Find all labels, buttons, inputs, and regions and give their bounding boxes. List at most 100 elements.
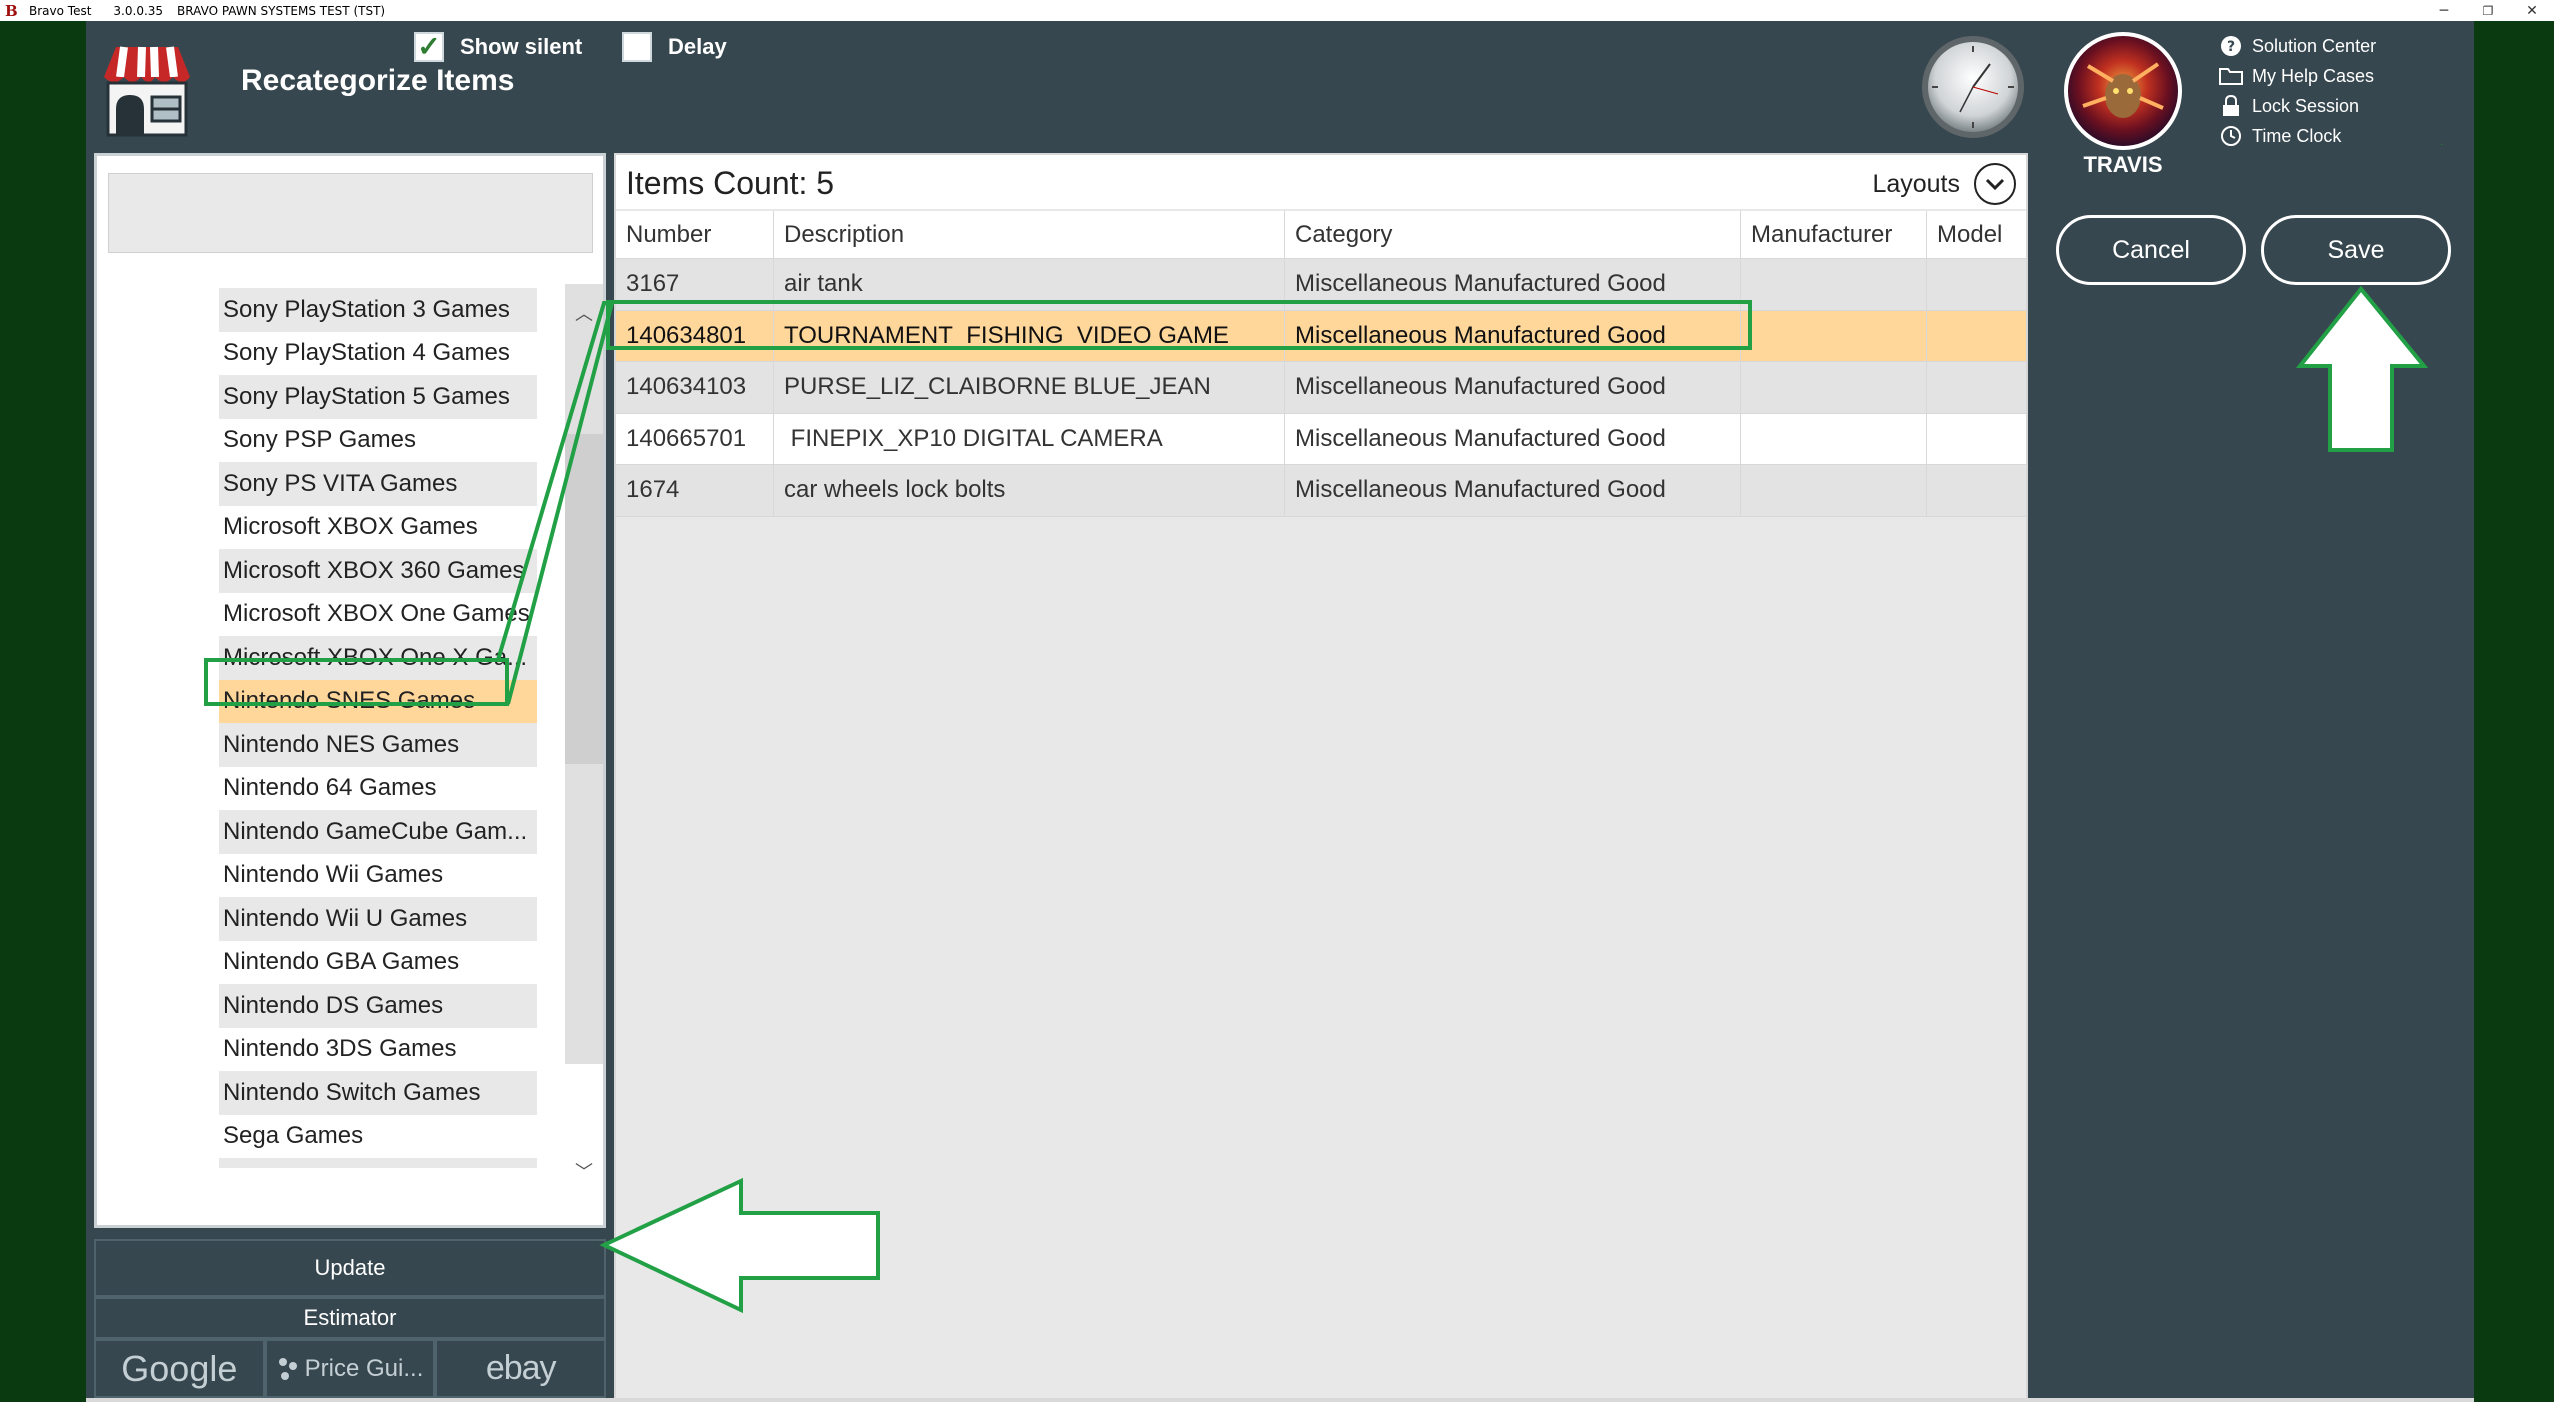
- category-item[interactable]: Sony PlayStation 3 Games: [219, 288, 537, 332]
- category-item[interactable]: Sony PlayStation 5 Games: [219, 375, 537, 419]
- save-button[interactable]: Save: [2261, 215, 2451, 285]
- svg-text:?: ?: [2227, 39, 2235, 55]
- cell-manufacturer: [1741, 362, 1927, 413]
- category-item[interactable]: Microsoft XBOX Games: [219, 506, 537, 550]
- delay-checkbox[interactable]: Delay: [622, 31, 727, 63]
- category-item[interactable]: Nintendo SNES Games: [219, 679, 537, 723]
- lock-session-label: Lock Session: [2252, 95, 2360, 116]
- column-header-model[interactable]: Model: [1927, 211, 2026, 258]
- price-guide-button[interactable]: Price Gui...: [264, 1339, 436, 1398]
- my-help-cases-link[interactable]: My Help Cases: [2218, 61, 2376, 91]
- category-item[interactable]: Nintendo GameCube Gam...: [219, 810, 537, 854]
- category-item[interactable]: Nintendo Wii Games: [219, 854, 537, 898]
- column-header-category[interactable]: Category: [1285, 211, 1741, 258]
- os-title-bar: B Bravo Test 3.0.0.35 BRAVO PAWN SYSTEMS…: [0, 0, 2554, 21]
- category-item[interactable]: Nintendo NES Games: [219, 723, 537, 767]
- time-clock-label: Time Clock: [2252, 125, 2342, 146]
- items-grid-panel: Items Count: 5 Layouts Number Descriptio…: [614, 153, 2028, 1402]
- category-item[interactable]: Sega Games: [219, 1115, 537, 1159]
- cell-description: PURSE_LIZ_CLAIBORNE BLUE_JEAN: [774, 362, 1285, 413]
- table-row[interactable]: 3167 air tank Miscellaneous Manufactured G…: [616, 259, 2026, 311]
- grid-header-bar: Items Count: 5 Layouts: [616, 155, 2026, 209]
- table-row[interactable]: 140634801 TOURNAMENT_FISHING VIDEO GAME Mi…: [616, 310, 2026, 362]
- price-guide-label: Price Gui...: [304, 1354, 424, 1382]
- category-item[interactable]: Sony PS VITA Games: [219, 462, 537, 506]
- cell-model: [1927, 465, 2026, 516]
- cancel-button[interactable]: Cancel: [2056, 215, 2246, 285]
- category-item[interactable]: Sony PSP Games: [219, 419, 537, 463]
- estimator-button[interactable]: Estimator: [94, 1297, 606, 1339]
- show-silent-checkbox[interactable]: ✓ Show silent: [414, 31, 582, 63]
- avatar-image: [2082, 62, 2164, 118]
- category-item[interactable]: Microsoft XBOX 360 Games: [219, 549, 537, 593]
- bravo-logo-icon: B: [5, 1, 18, 20]
- google-button[interactable]: Google: [94, 1339, 265, 1398]
- category-search-input[interactable]: [108, 173, 593, 253]
- ebay-button[interactable]: ebay: [435, 1339, 607, 1398]
- category-list: Sony PlayStation 3 Games Sony PlayStation…: [219, 288, 537, 1168]
- scroll-down-icon[interactable]: ﹀: [565, 1156, 603, 1186]
- items-table: Number Description Category Manufacturer…: [616, 211, 2026, 517]
- category-item[interactable]: Nintendo 64 Games: [219, 767, 537, 811]
- scroll-up-icon[interactable]: ︿: [565, 298, 603, 328]
- category-item[interactable]: Nintendo Wii U Games: [219, 897, 537, 941]
- category-item[interactable]: Nintendo DS Games: [219, 984, 537, 1028]
- cell-category: Miscellaneous Manufactured Good: [1285, 413, 1741, 464]
- category-item[interactable]: Microsoft XBOX One X Ga...: [219, 636, 537, 680]
- show-silent-label: Show silent: [460, 34, 583, 59]
- price-guide-icon: [277, 1356, 299, 1382]
- background-mark: ·: [2440, 138, 2444, 151]
- cell-manufacturer: [1741, 465, 1927, 516]
- cell-description: TOURNAMENT_FISHING VIDEO GAME: [774, 310, 1285, 361]
- table-row[interactable]: 140665701 FINEPIX_XP10 DIGITAL CAMERA Mis…: [616, 413, 2026, 465]
- cell-category: Miscellaneous Manufactured Good: [1285, 362, 1741, 413]
- cell-number: 140634801: [616, 310, 774, 361]
- scrollbar-thumb[interactable]: [565, 434, 603, 764]
- lock-icon: [2218, 94, 2244, 118]
- category-item[interactable]: Nintendo Switch Games: [219, 1071, 537, 1115]
- checkmark-icon: ✓: [414, 32, 444, 62]
- category-item[interactable]: Sony PlayStation 4 Games: [219, 332, 537, 376]
- column-header-description[interactable]: Description: [774, 211, 1285, 258]
- category-scrollbar[interactable]: ︿ ﹀: [565, 284, 603, 1194]
- cell-model: [1927, 259, 2026, 310]
- app-bottom-edge: [86, 1398, 2474, 1402]
- column-header-manufacturer[interactable]: Manufacturer: [1741, 211, 1927, 258]
- left-border: [0, 21, 86, 1402]
- restore-button[interactable]: ❐: [2468, 0, 2508, 21]
- close-button[interactable]: ✕: [2512, 0, 2552, 21]
- clock-icon[interactable]: [1920, 34, 2026, 140]
- cell-manufacturer: [1741, 310, 1927, 361]
- update-button[interactable]: Update: [94, 1239, 606, 1297]
- solution-center-link[interactable]: ? Solution Center: [2218, 31, 2376, 61]
- cell-description: car wheels lock bolts: [774, 465, 1285, 516]
- chevron-down-icon: [1974, 163, 2016, 205]
- minimize-button[interactable]: ─: [2424, 0, 2464, 21]
- table-row[interactable]: 140634103 PURSE_LIZ_CLAIBORNE BLUE_JEAN Mi…: [616, 362, 2026, 414]
- page-title: Recategorize Items: [241, 64, 515, 97]
- cell-category: Miscellaneous Manufactured Good: [1285, 465, 1741, 516]
- category-item[interactable]: Nintendo 3DS Games: [219, 1028, 537, 1072]
- table-row[interactable]: 1674 car wheels lock bolts Miscellaneous M…: [616, 465, 2026, 517]
- time-clock-link[interactable]: Time Clock: [2218, 121, 2376, 151]
- category-item[interactable]: Nintendo GBA Games: [219, 941, 537, 985]
- category-item[interactable]: Leap Frog Games: [219, 1158, 537, 1168]
- cell-number: 3167: [616, 259, 774, 310]
- cell-manufacturer: [1741, 259, 1927, 310]
- column-header-number[interactable]: Number: [616, 211, 774, 258]
- my-help-cases-label: My Help Cases: [2252, 65, 2375, 86]
- table-header-row: Number Description Category Manufacturer…: [616, 211, 2026, 259]
- cell-description: FINEPIX_XP10 DIGITAL CAMERA: [774, 413, 1285, 464]
- layouts-dropdown[interactable]: Layouts: [1872, 163, 2016, 205]
- avatar[interactable]: [2064, 32, 2182, 150]
- os-app-name: Bravo Test: [29, 3, 92, 18]
- lock-session-link[interactable]: Lock Session: [2218, 91, 2376, 121]
- category-item[interactable]: Microsoft XBOX One Games: [219, 593, 537, 637]
- category-panel: Sony PlayStation 3 Games Sony PlayStation…: [94, 153, 606, 1228]
- solution-center-label: Solution Center: [2252, 35, 2377, 56]
- external-links: Google Price Gui... ebay: [94, 1339, 607, 1398]
- delay-label: Delay: [668, 34, 727, 59]
- cell-number: 140665701: [616, 413, 774, 464]
- cell-manufacturer: [1741, 413, 1927, 464]
- help-links: ? Solution Center My Help Cases Lock Ses…: [2218, 31, 2376, 151]
